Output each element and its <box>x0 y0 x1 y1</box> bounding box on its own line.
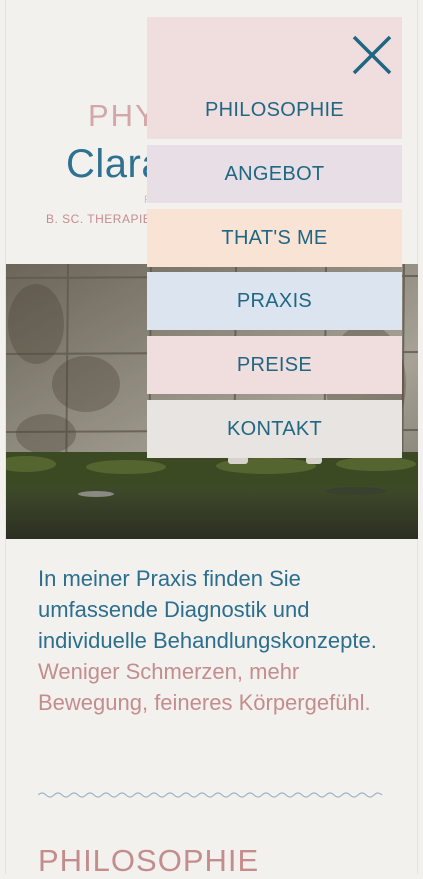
menu-item-label: PREISE <box>236 353 313 376</box>
brand-degree: B. SC. THERAPIE <box>46 212 152 226</box>
menu-item-preise[interactable]: PREISE <box>147 336 402 394</box>
menu-item-angebot[interactable]: ANGEBOT <box>147 145 402 203</box>
close-button[interactable] <box>352 35 392 75</box>
menu-item-label: PHILOSOPHIE <box>205 98 344 121</box>
menu-item-thats-me[interactable]: THAT'S ME <box>147 209 402 267</box>
menu-item-praxis[interactable]: PRAXIS <box>147 272 402 330</box>
menu-item-label: ANGEBOT <box>224 162 325 185</box>
menu-item-label: THAT'S ME <box>221 226 328 249</box>
intro-lead: In meiner Praxis finden Sie umfassende D… <box>38 566 377 653</box>
intro-text: In meiner Praxis finden Sie umfassende D… <box>38 563 383 718</box>
menu-header <box>147 17 402 81</box>
intro-accent: Weniger Schmerzen, mehr Bewegung, feiner… <box>38 659 371 715</box>
menu-item-philosophie[interactable]: PHILOSOPHIE <box>147 81 402 139</box>
close-icon <box>352 35 392 75</box>
menu-item-label: PRAXIS <box>236 289 313 312</box>
menu-item-kontakt[interactable]: KONTAKT <box>147 400 402 458</box>
wavy-divider <box>38 792 383 798</box>
menu-item-label: KONTAKT <box>226 417 323 440</box>
